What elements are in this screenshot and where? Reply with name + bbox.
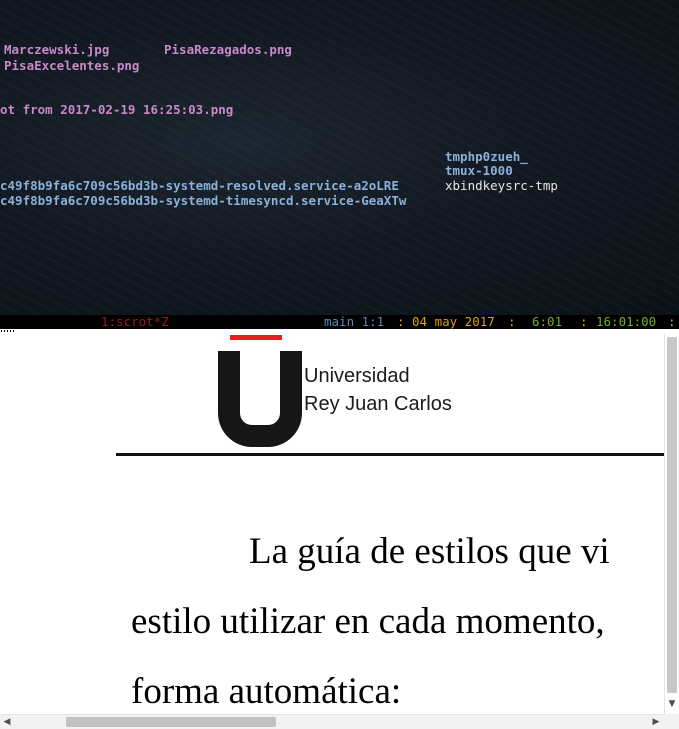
status-separator: : (668, 315, 676, 329)
triangle-right-icon[interactable]: ▶ (650, 715, 662, 729)
status-date: 04 may 2017 (412, 315, 495, 329)
file-pisa-rezagados: PisaRezagados.png (164, 42, 292, 57)
triangle-down-icon[interactable]: ▼ (667, 697, 677, 711)
dir-systemd-resolved: c49f8b9fa6c709c56bd3b-systemd-resolved.s… (0, 178, 399, 193)
doc-text-line-2: estilo utilizar en cada momento, (131, 601, 605, 642)
status-clock: 16:01:00 (596, 315, 657, 329)
dir-tmphp: tmphp0zueh_ (445, 149, 528, 164)
terminal-window[interactable]: Marczewski.jpg PisaRezagados.png PisaExc… (0, 0, 679, 315)
document-page: Universidad Rey Juan Carlos La guía de e… (0, 333, 664, 714)
vertical-scrollbar[interactable]: ▼ (664, 333, 679, 714)
status-separator: : (580, 315, 588, 329)
document-viewer[interactable]: Universidad Rey Juan Carlos La guía de e… (0, 333, 679, 729)
status-uptime: 6:01 (532, 315, 563, 329)
dir-tmux: tmux-1000 (445, 163, 513, 178)
file-screenshot: ot from 2017-02-19 16:25:03.png (0, 102, 234, 117)
header-rule (116, 453, 664, 456)
logo-university-label: Universidad (304, 365, 410, 387)
tmux-status-bar: 1:scrot*Z main 1:1 : 04 may 2017 : 6:01 … (0, 315, 679, 329)
logo-university-name: Rey Juan Carlos (304, 393, 452, 415)
file-marczewski: Marczewski.jpg (4, 42, 110, 57)
doc-text-line-3: forma automática: (131, 671, 402, 712)
tmux-window-tab[interactable]: 1:scrot*Z (101, 315, 169, 329)
urjc-logo-icon (218, 351, 302, 447)
horizontal-scrollbar[interactable]: ◀ ▶ (0, 714, 664, 729)
vertical-scroll-thumb[interactable] (667, 337, 677, 693)
scrollbar-corner (664, 714, 679, 729)
dir-systemd-timesyncd: c49f8b9fa6c709c56bd3b-systemd-timesyncd.… (0, 193, 407, 208)
triangle-left-icon[interactable]: ◀ (1, 715, 13, 729)
file-xbindkeys: xbindkeysrc-tmp (445, 178, 558, 193)
logo-accent-bar (230, 335, 282, 340)
status-separator: : (508, 315, 516, 329)
status-separator: : (397, 315, 405, 329)
tmux-session-name: main 1:1 (324, 315, 385, 329)
doc-text-line-1: La guía de estilos que vi (249, 531, 610, 572)
file-pisa-excelentes: PisaExcelentes.png (4, 58, 140, 73)
horizontal-scroll-thumb[interactable] (66, 717, 276, 727)
